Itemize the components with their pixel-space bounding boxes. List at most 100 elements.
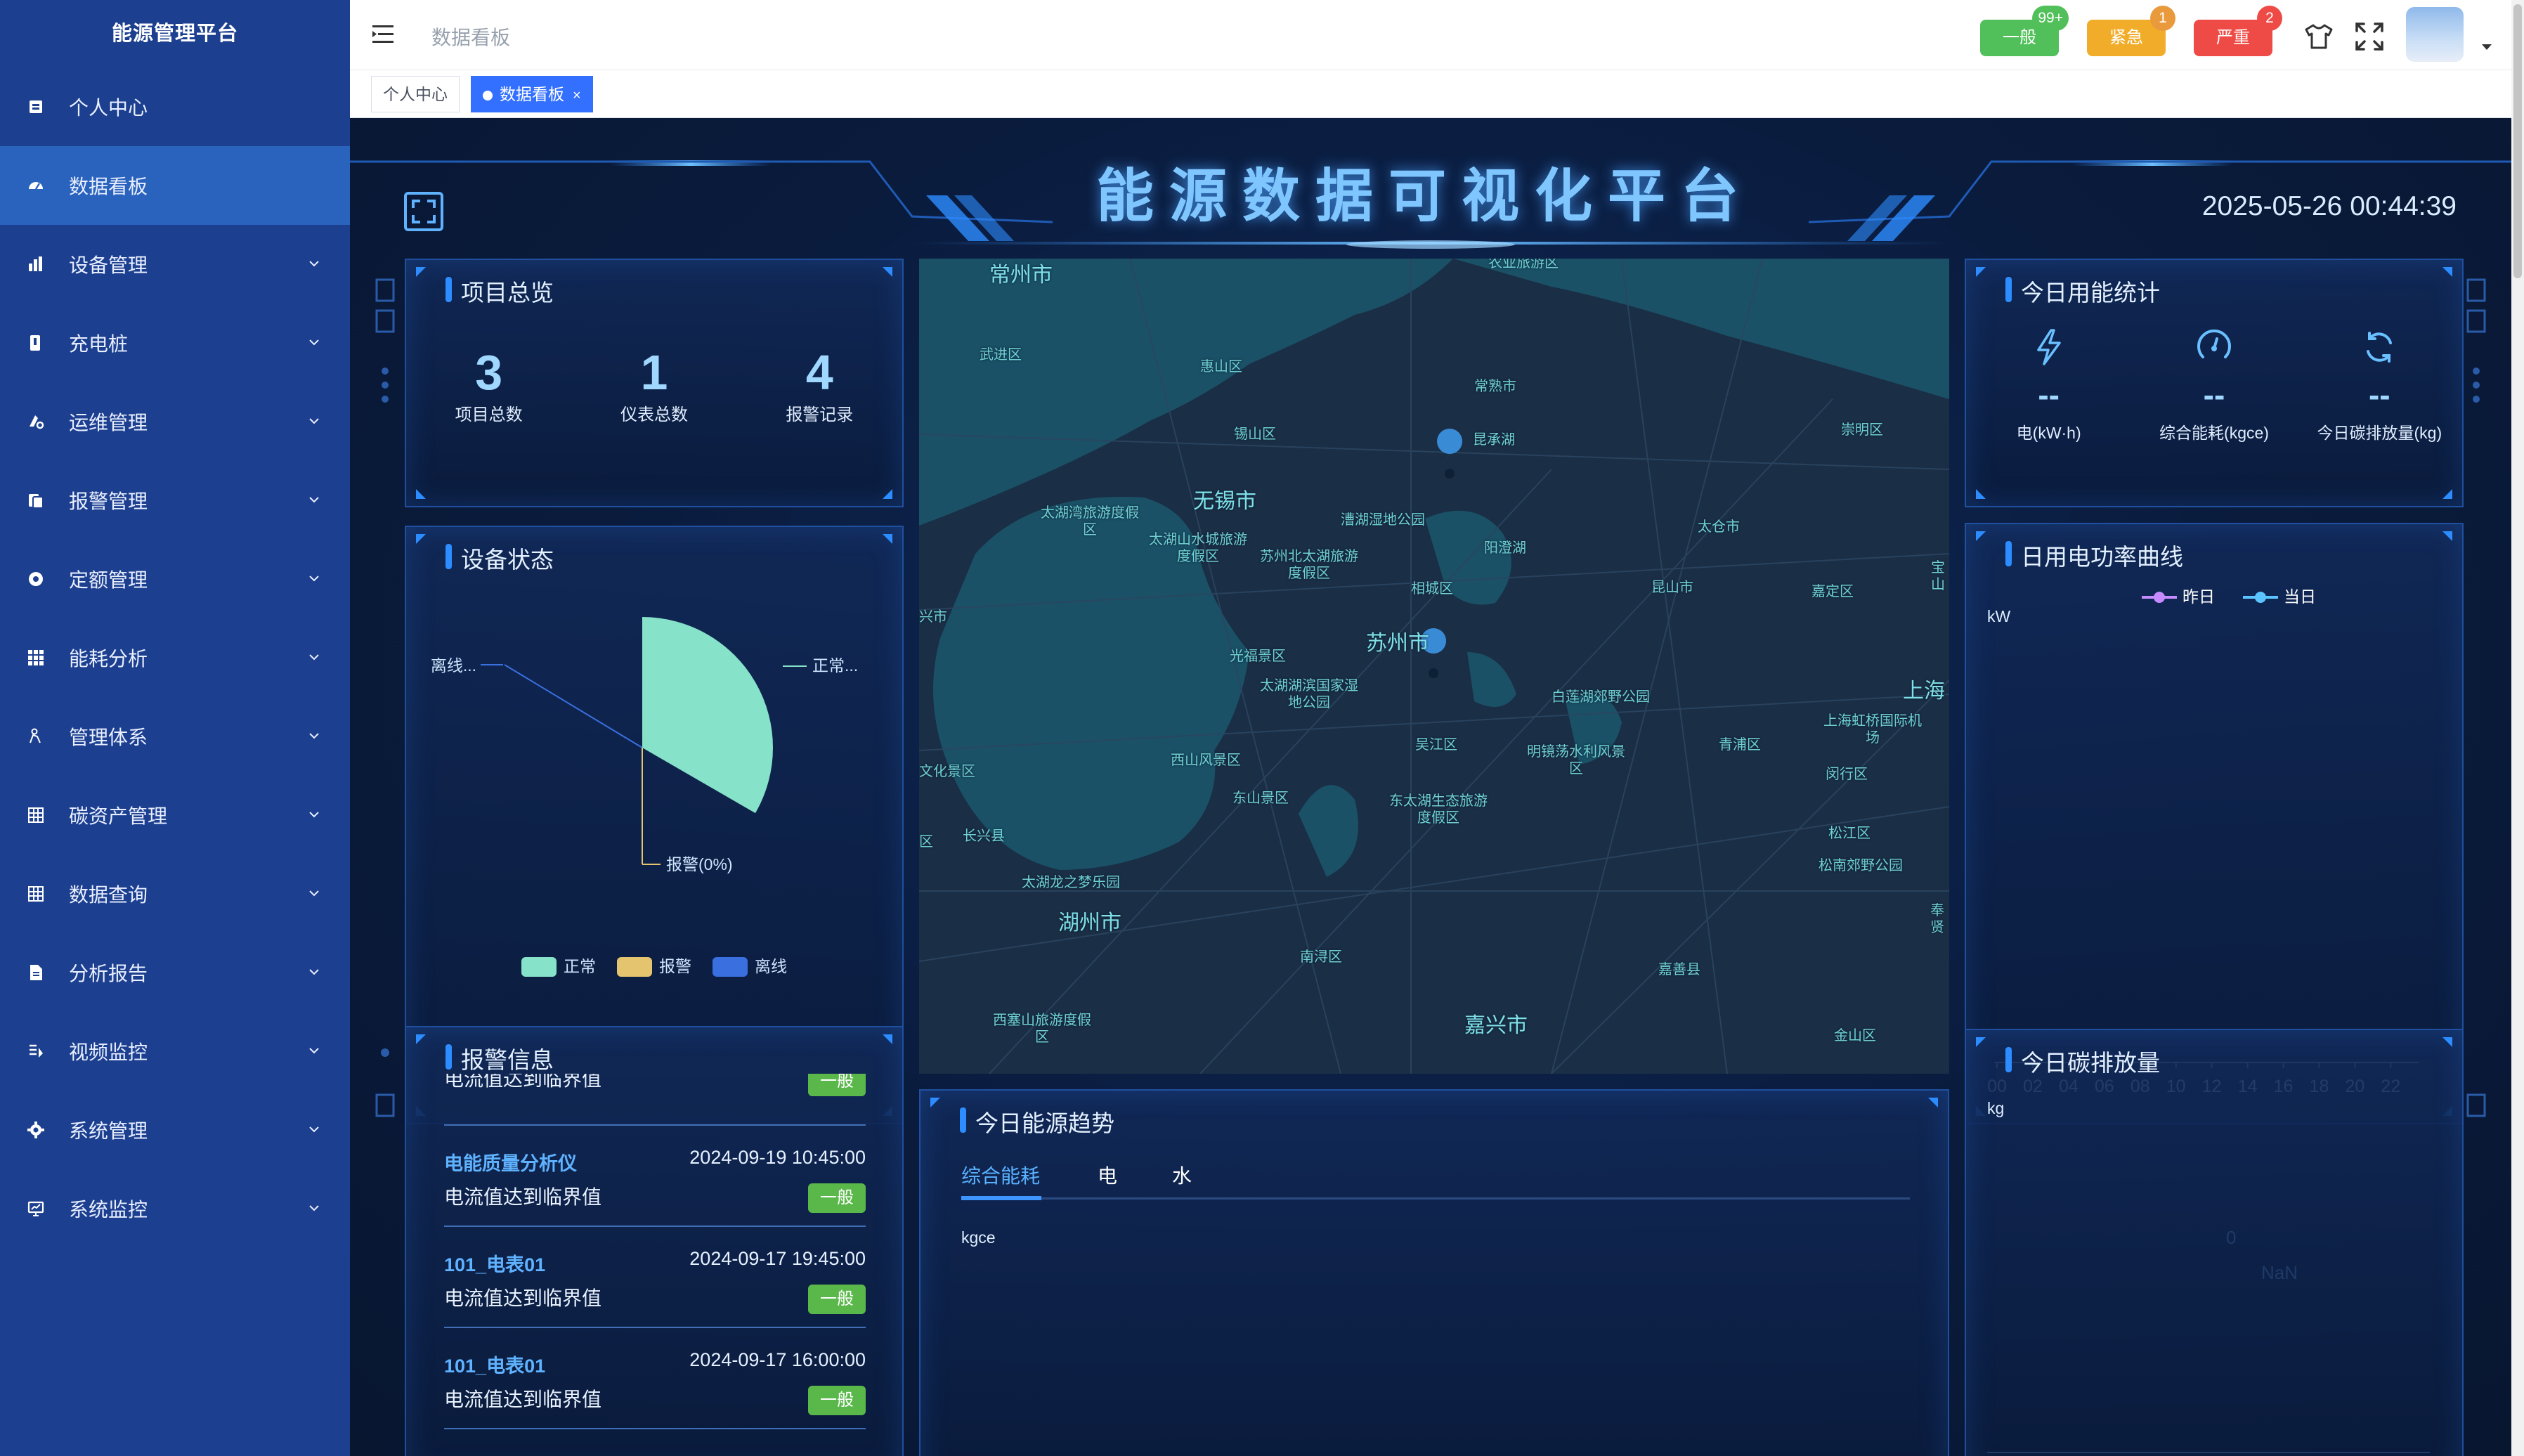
page-scrollbar[interactable] (2511, 0, 2524, 1456)
alarm-row[interactable]: 电能质量分析仪 2024-09-19 10:45:00 电流值达到临界值 一般 (444, 1126, 866, 1227)
alarm-message: 电流值达到临界值 (444, 1287, 602, 1309)
alert-normal-button[interactable]: 一般 99+ (1980, 6, 2069, 56)
trend-tab-composite[interactable]: 综合能耗 (961, 1161, 1040, 1189)
alarm-row[interactable]: 101_电表01 2024-09-17 19:45:00 电流值达到临界值 一般 (444, 1227, 866, 1328)
panel-corner-decoration (883, 267, 892, 277)
energy-trend-panel: 今日能源趋势 综合能耗 电 水 kgce (919, 1089, 1949, 1456)
map-label: 常熟市 (1474, 379, 1516, 394)
stat-value: 4 (805, 345, 833, 400)
map-label: 嘉善县 (1658, 962, 1700, 977)
map-label: 上海虹桥国际机场 (1823, 713, 1922, 746)
project-overview-panel: 项目总览 3 项目总数 1 仪表总数 4 报警记录 (405, 259, 904, 507)
map-label: 相城区 (1411, 581, 1453, 597)
dashboard-icon (25, 175, 46, 196)
legend-item-normal[interactable]: 正常 (521, 953, 596, 977)
map-label: 东山景区 (1232, 791, 1289, 806)
pie-legend: 正常 报警 离线 (406, 953, 902, 977)
sidebar-item-15[interactable]: 系统监控 (0, 1169, 350, 1248)
alert-severe-button[interactable]: 严重 2 (2194, 6, 2282, 56)
table-icon (25, 805, 46, 826)
alarm-device-name[interactable]: 101_电表01 (444, 1351, 545, 1378)
carbon-faint-zero: 0 (2226, 1227, 2237, 1248)
sidebar-item-10[interactable]: 碳资产管理 (0, 776, 350, 854)
alert-urgent-button[interactable]: 紧急 1 (2087, 6, 2175, 56)
legend-item-alarm[interactable]: 报警 (617, 953, 691, 977)
today-energy-panel: 今日用能统计 -- 电(kW·h) -- 综合能耗(kgce) -- 今日碳排放… (1965, 259, 2464, 507)
legend-item-offline[interactable]: 离线 (713, 953, 787, 977)
menu-toggle-icon[interactable] (372, 24, 398, 45)
alarm-device-name[interactable]: 101_电表01 (444, 1249, 545, 1277)
close-icon[interactable]: × (573, 88, 581, 103)
alarm-row[interactable]: 101_电表01 2024-09-17 16:00:00 电流值达到临界值 一般 (444, 1328, 866, 1429)
sidebar-item-13[interactable]: 视频监控 (0, 1012, 350, 1091)
dashboard-title: 能源数据可视化平台 (1095, 164, 1754, 228)
legend-label: 正常 (564, 957, 596, 975)
pie-slice-正常[interactable] (642, 617, 773, 814)
chevron-down-icon (309, 969, 319, 975)
sidebar-item-12[interactable]: 分析报告 (0, 933, 350, 1012)
tab-dashboard[interactable]: 数据看板 × (471, 76, 593, 112)
alarm-level-badge: 一般 (808, 1074, 866, 1096)
sidebar-item-11[interactable]: 数据查询 (0, 854, 350, 933)
sidebar-item-9[interactable]: 管理体系 (0, 697, 350, 776)
sidebar-menu: 个人中心数据看板设备管理 充电桩 运维管理报警管理定额管理 能耗分析 管理体系 碳资产管理… (0, 67, 350, 1248)
map-label: 常州市 (989, 264, 1053, 287)
panel-corner-decoration (1976, 489, 1986, 499)
alarm-device-name[interactable]: 电能质量分析仪 (444, 1148, 577, 1176)
map-canvas (919, 259, 1949, 1074)
tab-personal-center[interactable]: 个人中心 (371, 76, 460, 112)
map-view[interactable]: 常州市 武进区 惠山区 常熟市 锡山区 昆承湖 无锡市 太湖湾旅游度假区 漕湖湿地公园 太湖山水城… (919, 259, 1949, 1074)
map-label: 文化景区 (919, 764, 975, 779)
sidebar-item-14[interactable]: 系统管理 (0, 1091, 350, 1169)
trend-tab-electric[interactable]: 电 (1098, 1161, 1117, 1189)
tab-underline (961, 1197, 1910, 1200)
alarm-row-partial[interactable]: 电流值达到临界值 一般 (444, 1074, 866, 1126)
chevron-down-icon (309, 1048, 319, 1054)
panel-corner-decoration (883, 1034, 892, 1044)
trend-tab-water[interactable]: 水 (1172, 1161, 1192, 1189)
sidebar-item-4[interactable]: 充电桩 (0, 304, 350, 382)
breadcrumb[interactable]: 数据看板 (431, 22, 510, 51)
screen-fullscreen-icon[interactable] (403, 191, 444, 232)
sidebar-item-2[interactable]: 数据看板 (0, 146, 350, 225)
alarm-info-panel: 报警信息 电流值达到临界值 一般 电能质量分析仪 2024-09-19 10:45… (405, 1026, 904, 1456)
monitor-icon (25, 1198, 46, 1219)
alarm-icon (25, 490, 46, 511)
carbon-faint-nan: NaN (2261, 1262, 2298, 1283)
map-label: 白莲湖郊野公园 (1552, 689, 1650, 705)
sidebar-item-label: 系统管理 (69, 1120, 148, 1142)
sidebar-item-7[interactable]: 定额管理 (0, 540, 350, 618)
map-label: 苏州市 (1366, 632, 1429, 655)
sidebar-item-label: 数据看板 (69, 176, 148, 197)
stat-project-count: 3 项目总数 (455, 344, 523, 425)
panel-corner-decoration (1976, 267, 1986, 277)
map-label: 嘉兴市 (1464, 1014, 1528, 1037)
map-label: 西山风景区 (1171, 753, 1241, 768)
map-label: 光福景区 (1230, 649, 1286, 664)
theme-shirt-icon[interactable] (2303, 21, 2334, 52)
panel-corner-decoration (416, 489, 426, 499)
stat-alarm-count: 4 报警记录 (786, 344, 853, 425)
scrollbar-thumb[interactable] (2513, 4, 2522, 278)
chevron-down-icon (309, 339, 319, 346)
sidebar-item-3[interactable]: 设备管理 (0, 225, 350, 304)
alarm-level-badge: 一般 (808, 1183, 866, 1213)
fullscreen-icon[interactable] (2354, 21, 2385, 52)
chevron-down-icon[interactable] (2480, 42, 2493, 52)
stat-label: 报警记录 (786, 405, 854, 424)
active-dot-icon (483, 91, 493, 100)
carbon-unit: kg (1987, 1099, 2005, 1117)
sidebar-item-5[interactable]: 运维管理 (0, 382, 350, 461)
map-label: 吴江区 (1415, 737, 1457, 753)
user-avatar[interactable] (2406, 7, 2464, 62)
sidebar-item-label: 报警管理 (69, 490, 148, 512)
bar-chart-icon (25, 254, 46, 275)
user-icon (25, 96, 46, 117)
panel-title: 今日碳排放量 (2005, 1044, 2160, 1078)
sidebar-item-6[interactable]: 报警管理 (0, 461, 350, 540)
management-icon (25, 726, 46, 747)
sidebar-item-8[interactable]: 能耗分析 (0, 618, 350, 697)
sidebar-item-1[interactable]: 个人中心 (0, 67, 350, 146)
alarm-time: 2024-09-19 10:45:00 (689, 1147, 866, 1168)
panel-corner-decoration (416, 267, 426, 277)
